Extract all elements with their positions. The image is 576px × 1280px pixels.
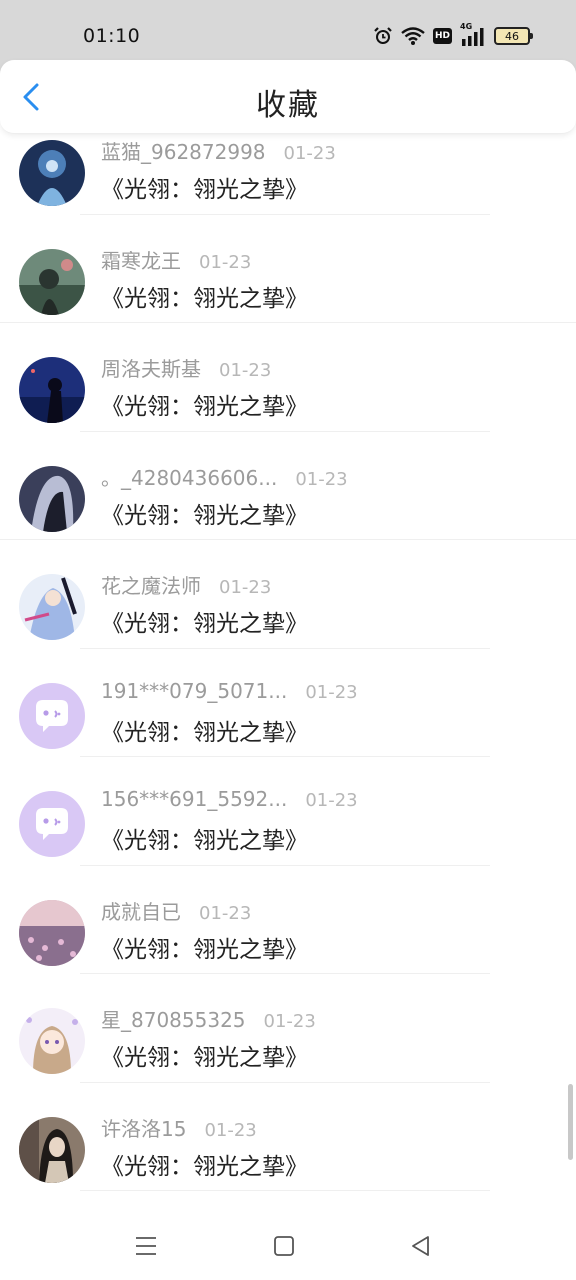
work-title[interactable]: 《光翎：翎光之挚》 bbox=[101, 496, 308, 530]
triangle-back-icon bbox=[412, 1236, 429, 1256]
avatar[interactable] bbox=[19, 574, 85, 640]
item-meta: 蓝猫_962872998 01-23 bbox=[101, 136, 336, 165]
username[interactable]: 。_4280436606... bbox=[101, 462, 277, 491]
item-meta: 周洛夫斯基 01-23 bbox=[101, 353, 271, 382]
list-item[interactable]: 156***691_5592... 01-23 《光翎：翎光之挚》 bbox=[0, 757, 576, 866]
avatar[interactable] bbox=[19, 1008, 85, 1074]
date: 01-23 bbox=[305, 790, 358, 811]
date: 01-23 bbox=[305, 681, 358, 703]
favorites-list[interactable]: 蓝猫_962872998 01-23 《光翎：翎光之挚》 霜寒龙王 01-23 … bbox=[0, 134, 576, 1214]
divider bbox=[80, 1190, 490, 1191]
default-avatar[interactable] bbox=[19, 682, 85, 749]
date: 01-23 bbox=[204, 1119, 257, 1141]
list-item[interactable]: 霜寒龙王 01-23 《光翎：翎光之挚》 bbox=[0, 215, 576, 323]
alarm-icon bbox=[373, 26, 393, 46]
battery-icon: 46 bbox=[494, 27, 533, 45]
system-nav-bar bbox=[0, 1214, 576, 1280]
item-meta: 霜寒龙王 01-23 bbox=[101, 245, 251, 274]
list-item[interactable]: 星_870855325 01-23 《光翎：翎光之挚》 bbox=[0, 974, 576, 1083]
list-item[interactable]: 蓝猫_962872998 01-23 《光翎：翎光之挚》 bbox=[0, 134, 576, 215]
hd-badge: HD bbox=[432, 28, 452, 44]
default-avatar[interactable] bbox=[19, 791, 85, 857]
avatar[interactable] bbox=[19, 1116, 85, 1183]
home-button[interactable] bbox=[270, 1232, 298, 1260]
list-item[interactable]: 。_4280436606... 01-23 《光翎：翎光之挚》 bbox=[0, 432, 576, 540]
work-title[interactable]: 《光翎：翎光之挚》 bbox=[101, 387, 308, 421]
scrollbar[interactable] bbox=[568, 1084, 573, 1160]
username[interactable]: 花之魔法师 bbox=[101, 570, 201, 599]
avatar[interactable] bbox=[19, 248, 85, 315]
username[interactable]: 霜寒龙王 bbox=[101, 245, 181, 274]
username[interactable]: 周洛夫斯基 bbox=[101, 353, 201, 382]
menu-icon bbox=[136, 1237, 156, 1255]
item-meta: 花之魔法师 01-23 bbox=[101, 570, 271, 599]
work-title[interactable]: 《光翎：翎光之挚》 bbox=[101, 930, 308, 964]
work-title[interactable]: 《光翎：翎光之挚》 bbox=[101, 1147, 308, 1181]
work-title[interactable]: 《光翎：翎光之挚》 bbox=[101, 821, 308, 855]
item-meta: 156***691_5592... 01-23 bbox=[101, 787, 358, 811]
header-bar: 收藏 bbox=[0, 60, 576, 134]
username[interactable]: 191***079_5071... bbox=[101, 679, 287, 703]
battery-level: 46 bbox=[505, 29, 519, 43]
status-time: 01:10 bbox=[83, 25, 141, 47]
work-title[interactable]: 《光翎：翎光之挚》 bbox=[101, 279, 308, 313]
item-meta: 191***079_5071... 01-23 bbox=[101, 679, 358, 703]
work-title[interactable]: 《光翎：翎光之挚》 bbox=[101, 1038, 308, 1072]
item-meta: 星_870855325 01-23 bbox=[101, 1004, 316, 1033]
page-title: 收藏 bbox=[256, 88, 320, 123]
list-item[interactable]: 成就自已 01-23 《光翎：翎光之挚》 bbox=[0, 866, 576, 974]
list-item[interactable]: 花之魔法师 01-23 《光翎：翎光之挚》 bbox=[0, 540, 576, 649]
username[interactable]: 蓝猫_962872998 bbox=[101, 136, 266, 165]
back-nav-button[interactable] bbox=[406, 1232, 434, 1260]
avatar[interactable] bbox=[19, 465, 85, 532]
item-meta: 成就自已 01-23 bbox=[101, 896, 251, 925]
item-meta: 许洛洛15 01-23 bbox=[101, 1113, 257, 1142]
date: 01-23 bbox=[199, 251, 252, 273]
date: 01-23 bbox=[219, 360, 272, 381]
username[interactable]: 星_870855325 bbox=[101, 1004, 246, 1033]
avatar[interactable] bbox=[19, 140, 85, 206]
date: 01-23 bbox=[295, 468, 348, 490]
date: 01-23 bbox=[283, 143, 336, 164]
username[interactable]: 许洛洛15 bbox=[101, 1113, 186, 1142]
date: 01-23 bbox=[219, 577, 272, 598]
work-title[interactable]: 《光翎：翎光之挚》 bbox=[101, 713, 308, 747]
list-item[interactable]: 许洛洛15 01-23 《光翎：翎光之挚》 bbox=[0, 1083, 576, 1191]
status-icons: HD 4G 46 bbox=[373, 22, 533, 48]
avatar[interactable] bbox=[19, 899, 85, 966]
username[interactable]: 成就自已 bbox=[101, 896, 181, 925]
date: 01-23 bbox=[263, 1011, 316, 1032]
username[interactable]: 156***691_5592... bbox=[101, 787, 287, 811]
signal-icon: 4G bbox=[460, 22, 486, 47]
list-item[interactable]: 周洛夫斯基 01-23 《光翎：翎光之挚》 bbox=[0, 323, 576, 432]
date: 01-23 bbox=[199, 902, 252, 924]
avatar[interactable] bbox=[19, 357, 85, 423]
app-screen: 01:10 HD 4G 46 收藏 蓝猫_962872998 01-23 《光翎… bbox=[0, 0, 576, 1280]
list-item[interactable]: 191***079_5071... 01-23 《光翎：翎光之挚》 bbox=[0, 649, 576, 757]
work-title[interactable]: 《光翎：翎光之挚》 bbox=[101, 604, 308, 638]
item-meta: 。_4280436606... 01-23 bbox=[101, 462, 348, 491]
wifi-icon bbox=[401, 26, 425, 46]
square-icon bbox=[274, 1236, 294, 1256]
work-title[interactable]: 《光翎：翎光之挚》 bbox=[101, 170, 308, 204]
menu-button[interactable] bbox=[132, 1232, 160, 1260]
